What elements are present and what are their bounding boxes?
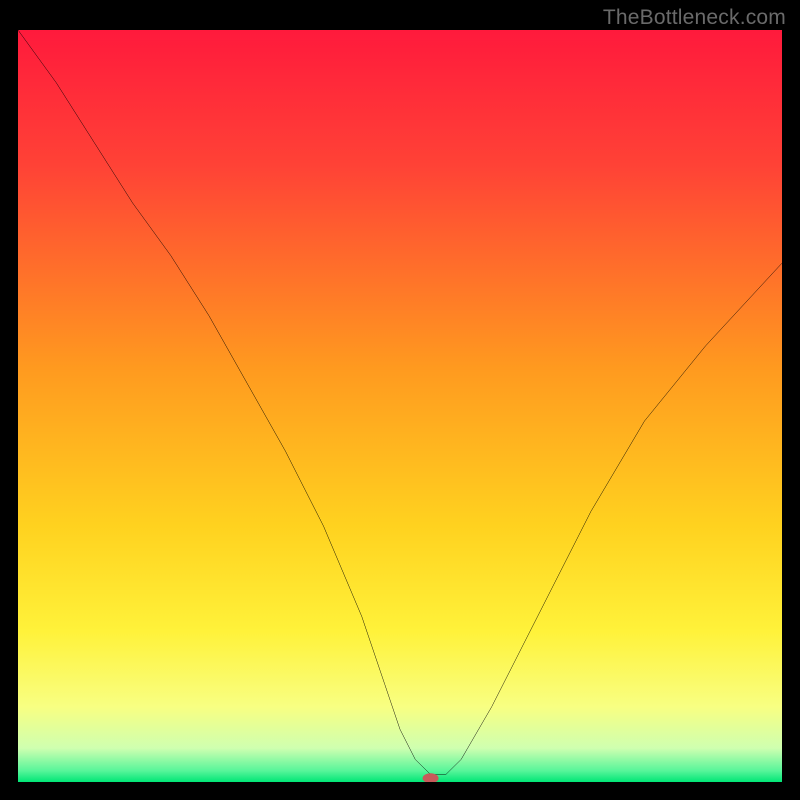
bottleneck-chart	[18, 30, 782, 782]
chart-svg	[18, 30, 782, 782]
chart-background	[18, 30, 782, 782]
watermark-text: TheBottleneck.com	[603, 6, 786, 30]
